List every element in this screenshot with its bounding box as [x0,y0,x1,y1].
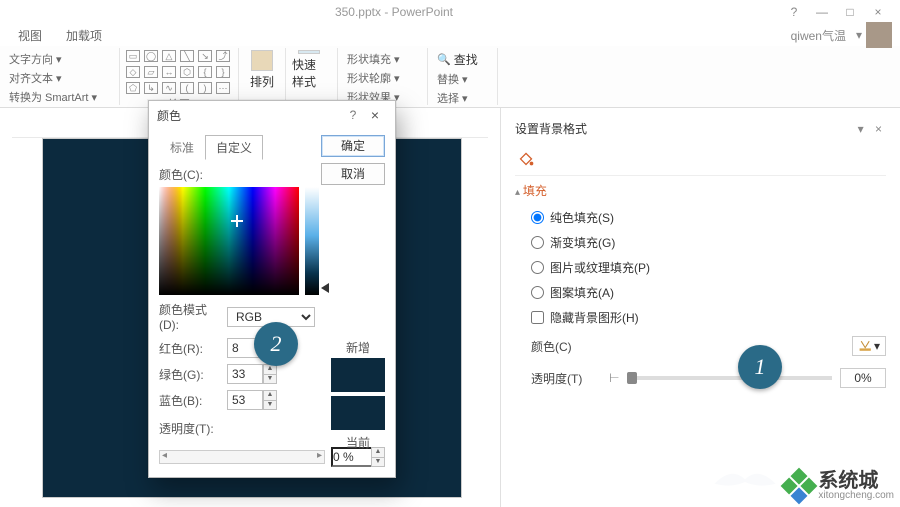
close-window-button[interactable]: × [864,5,892,19]
minimize-button[interactable]: — [808,5,836,19]
window-titlebar: 350.pptx - PowerPoint ? — □ × [0,0,900,24]
check-hide-bg-graphics[interactable]: 隐藏背景图形(H) [531,309,886,326]
radio-solid-fill[interactable]: 纯色填充(S) [531,209,886,226]
label-current-color: 当前 [331,434,385,451]
green-down[interactable]: ▼ [263,374,277,384]
work-area: ··· ▾ ··· 设置背景格式 ▾ × 填充 纯色填充(S) 渐变填充(G) … [0,108,900,507]
radio-pattern-fill[interactable]: 图案填充(A) [531,284,886,301]
convert-smartart-button[interactable]: 转换为 SmartArt ▾ [6,88,113,106]
color-preview: 新增 当前 [331,339,385,453]
color-crosshair[interactable] [231,215,243,227]
fill-color-picker[interactable]: ▾ [852,336,886,356]
maximize-button[interactable]: □ [836,5,864,19]
ribbon-group-paragraph: 文字方向 ▾ 对齐文本 ▾ 转换为 SmartArt ▾ 段落 [0,48,120,105]
swatch-current [331,396,385,430]
ribbon-group-quickstyles: 快速样式 [286,48,338,105]
green-input[interactable] [227,364,263,384]
label-color-mode: 颜色模式(D): [159,301,221,332]
dialog-close-button[interactable]: × [363,107,387,123]
label-blue: 蓝色(B): [159,392,221,409]
signed-in-user[interactable]: qiwen气温 [785,27,852,44]
ribbon: 文字方向 ▾ 对齐文本 ▾ 转换为 SmartArt ▾ 段落 ▭◯△╲↘⤴ ◇… [0,46,900,108]
color-field[interactable] [159,187,299,295]
arrange-button[interactable]: 排列 [245,50,279,90]
fill-category-icon[interactable] [515,147,537,169]
dialog-transparency-slider[interactable] [159,450,325,464]
dialog-help-button[interactable]: ? [343,108,363,122]
dialog-title: 颜色 [157,107,343,124]
document-title: 350.pptx - PowerPoint [8,5,780,19]
pane-close-buttons[interactable]: ▾ × [858,122,886,136]
shapes-gallery[interactable]: ▭◯△╲↘⤴ ◇▱↔⬡{} ⬠↳∿()⋯ [126,50,232,96]
pane-title: 设置背景格式 [515,120,587,137]
ribbon-group-shapes: ▭◯△╲↘⤴ ◇▱↔⬡{} ⬠↳∿()⋯ 绘图 [120,48,239,105]
color-dialog: 颜色 ? × 标准 自定义 确定 取消 颜色(C): 颜色模式(D): RGB … [148,100,396,478]
label-new-color: 新增 [331,339,385,356]
format-background-pane: 设置背景格式 ▾ × 填充 纯色填充(S) 渐变填充(G) 图片或纹理填充(P)… [500,108,900,507]
label-transparency: 透明度(T) [531,370,601,387]
cancel-button[interactable]: 取消 [321,163,385,185]
select-button[interactable]: 选择 ▾ [434,89,491,107]
transparency-slider[interactable] [627,376,832,380]
text-direction-button[interactable]: 文字方向 ▾ [6,50,113,68]
blue-up[interactable]: ▲ [263,390,277,400]
watermark-text-cn: 系统城 [818,471,894,491]
replace-button[interactable]: 替换 ▾ [434,70,491,88]
transparency-value[interactable]: 0% [840,368,886,388]
find-button[interactable]: 🔍 查找 [434,50,491,69]
ribbon-group-arrange: 排列 [239,48,286,105]
section-fill[interactable]: 填充 [515,175,886,205]
tab-view[interactable]: 视图 [8,25,52,46]
shape-outline-button[interactable]: 形状轮廓 ▾ [344,69,421,87]
annotation-bubble-1: 1 [738,345,782,389]
shape-fill-button[interactable]: 形状填充 ▾ [344,50,421,68]
label-fill-color: 颜色(C) [531,338,601,355]
tab-custom-colors[interactable]: 自定义 [205,135,263,160]
ribbon-group-shape-format: 形状填充 ▾ 形状轮廓 ▾ 形状效果 ▾ [338,48,428,105]
watermark-book-icon [710,457,780,493]
tab-addins[interactable]: 加载项 [56,25,112,46]
quick-styles-button[interactable]: 快速样式 [292,50,326,90]
align-text-button[interactable]: 对齐文本 ▾ [6,69,113,87]
watermark-text-en: xitongcheng.com [818,491,894,501]
ok-button[interactable]: 确定 [321,135,385,157]
radio-gradient-fill[interactable]: 渐变填充(G) [531,234,886,251]
tab-standard-colors[interactable]: 标准 [159,135,205,160]
luminance-handle[interactable] [321,283,329,293]
label-red: 红色(R): [159,340,221,357]
blue-down[interactable]: ▼ [263,400,277,410]
avatar[interactable] [866,22,892,48]
trans-down[interactable]: ▼ [371,457,385,467]
watermark-logo-icon [781,468,818,505]
luminance-slider[interactable] [305,187,319,295]
label-green: 绿色(G): [159,366,221,383]
blue-input[interactable] [227,390,263,410]
radio-picture-fill[interactable]: 图片或纹理填充(P) [531,259,886,276]
ribbon-tabs: 视图 加载项 qiwen气温 ▾ [0,24,900,46]
swatch-new [331,358,385,392]
watermark: 系统城 xitongcheng.com [786,471,894,501]
help-button[interactable]: ? [780,5,808,19]
annotation-bubble-2: 2 [254,322,298,366]
ribbon-group-edit: 🔍 查找 替换 ▾ 选择 ▾ 编辑 [428,48,498,105]
